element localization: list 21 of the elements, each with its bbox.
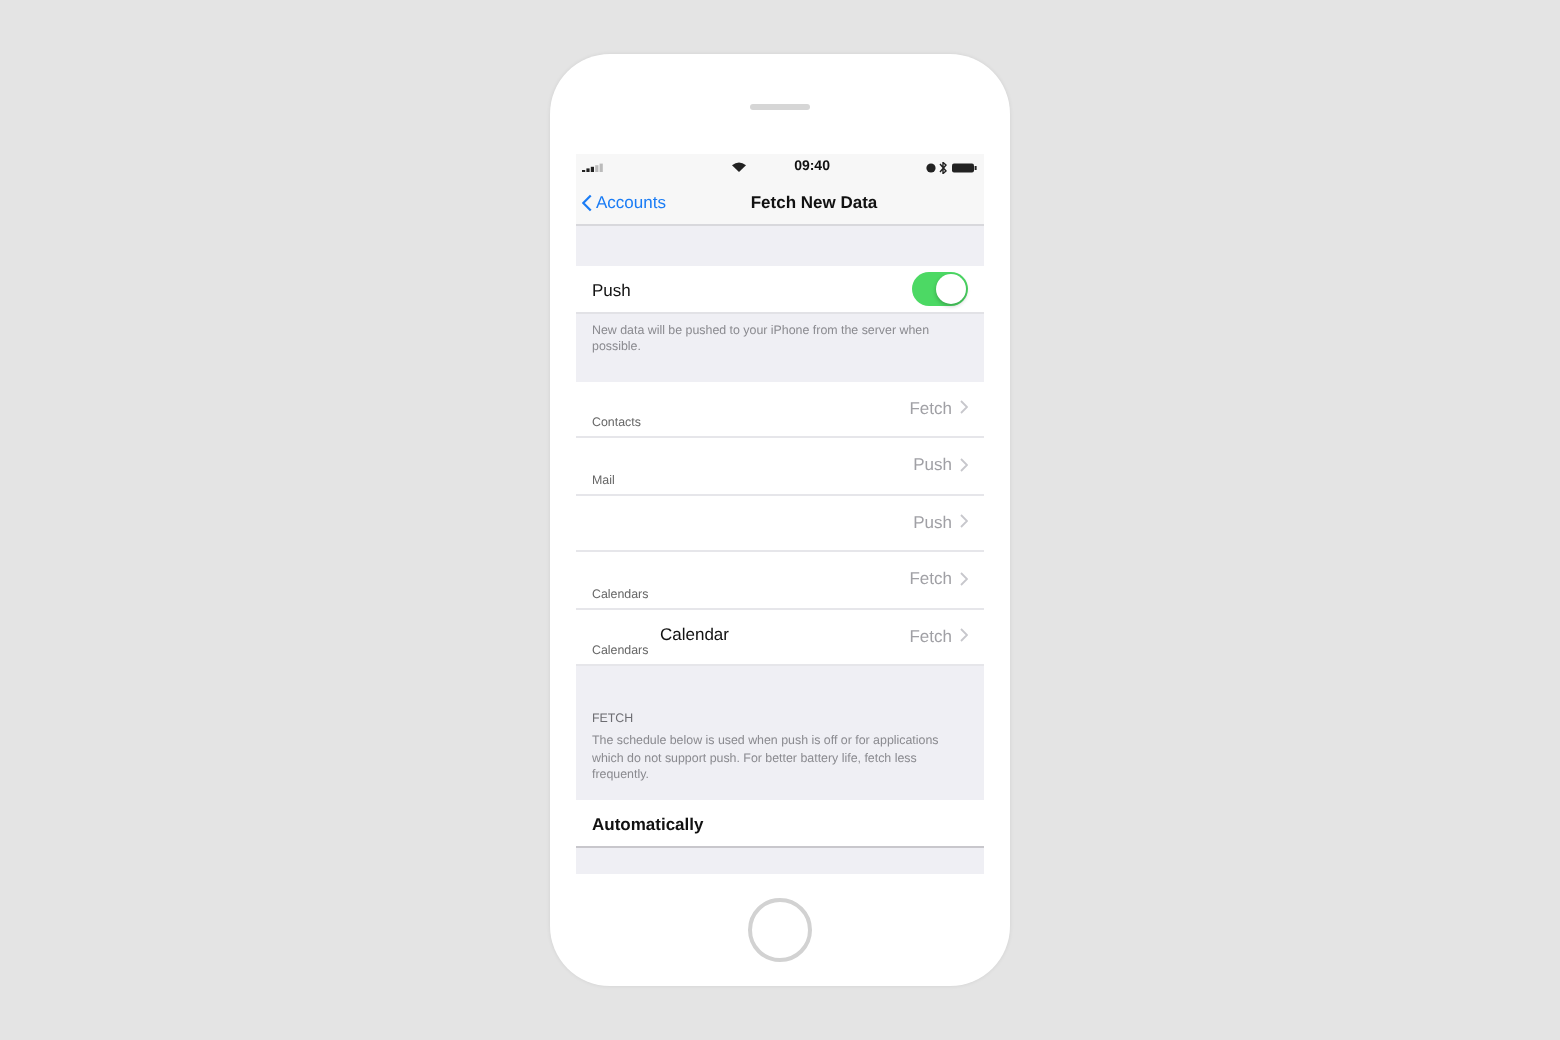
chevron-icon <box>960 400 968 415</box>
home-button[interactable] <box>748 898 812 962</box>
speaker-slot <box>750 104 810 110</box>
status-icons <box>926 161 978 173</box>
push-toggle[interactable] <box>912 272 968 306</box>
chevron-icon <box>960 457 968 472</box>
account-fetch-setting[interactable]: Fetch <box>909 568 968 589</box>
chevron-icon <box>960 514 968 529</box>
chevron-icon <box>960 628 968 643</box>
account-fetch-setting[interactable]: Push <box>913 511 968 532</box>
wifi-icon <box>732 162 747 172</box>
push-label: Push <box>592 279 631 299</box>
account-title: Calendar <box>660 624 729 645</box>
back-chevron-icon <box>582 193 592 211</box>
fetch-option[interactable]: Automatically <box>576 800 984 849</box>
back-button[interactable]: Accounts <box>576 192 666 212</box>
account-fetch-setting[interactable]: Fetch <box>909 625 968 646</box>
account-fetch-setting[interactable]: Fetch <box>909 397 968 418</box>
chevron-icon <box>960 571 968 586</box>
signal-icon <box>582 162 604 172</box>
account-fetch-setting[interactable]: Push <box>913 454 968 475</box>
